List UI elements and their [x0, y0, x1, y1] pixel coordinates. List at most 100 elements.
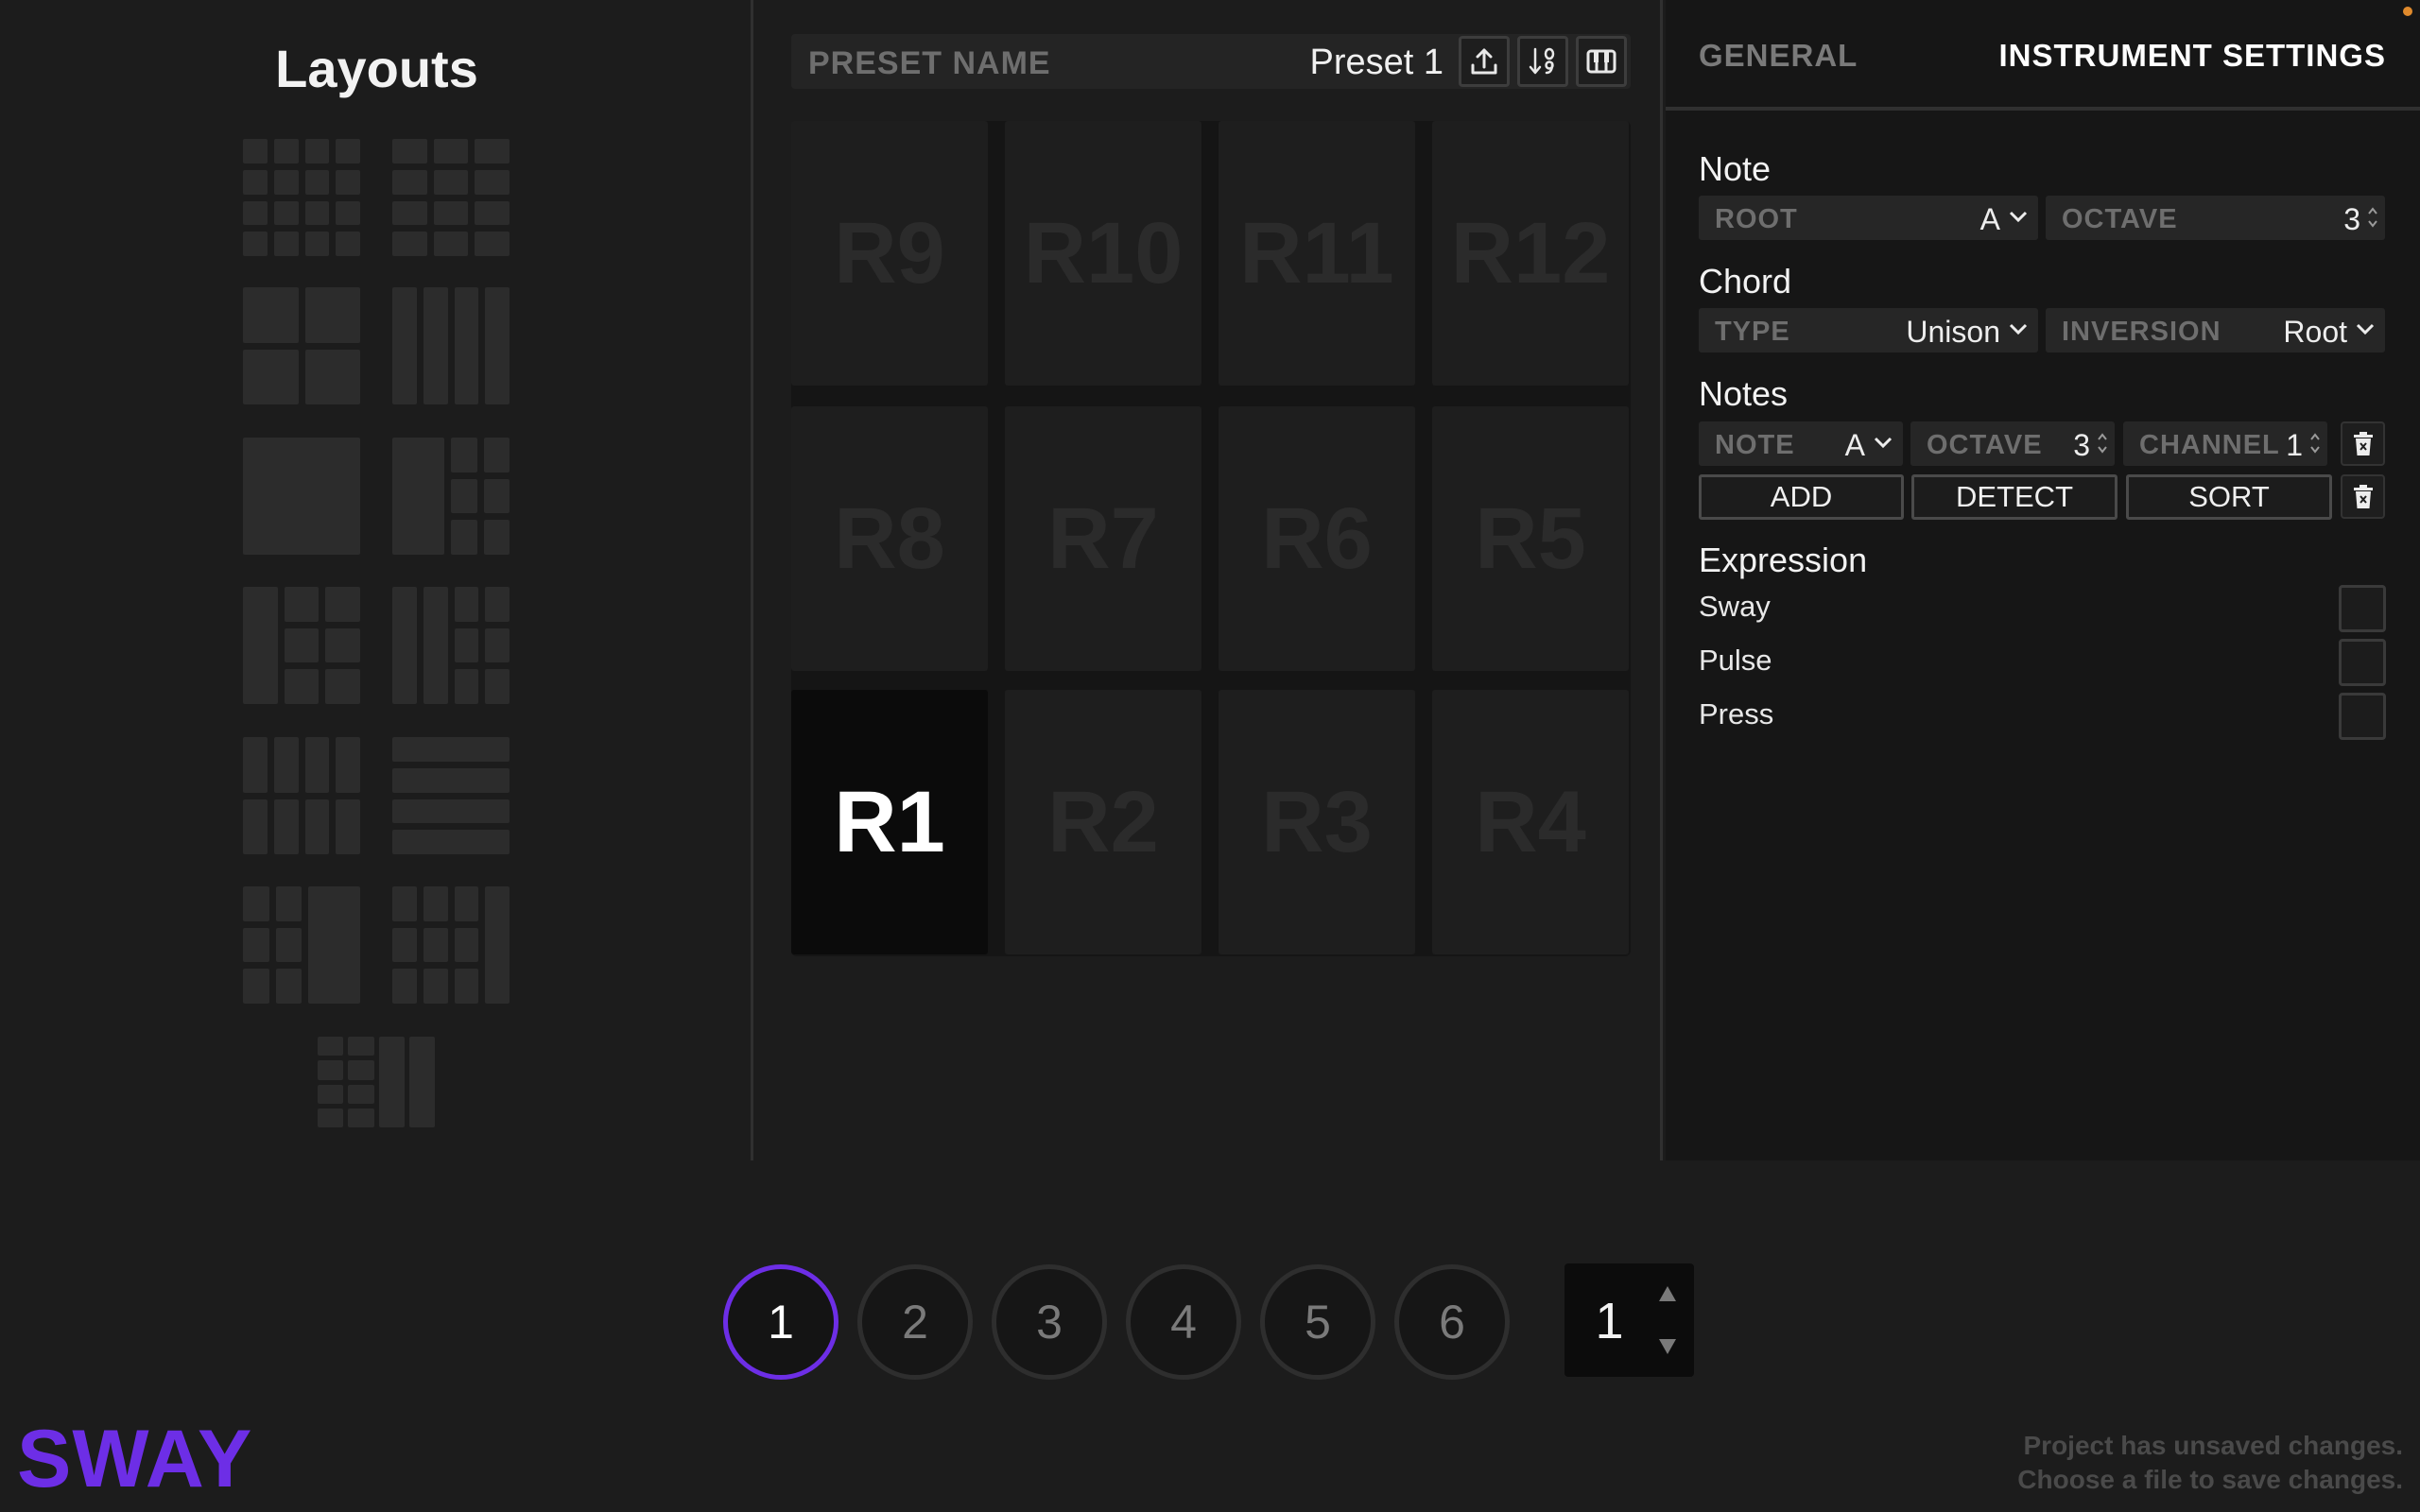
spinner-arrows-icon[interactable]: [2308, 429, 2322, 457]
preset-bar: PRESET NAME Preset 1: [791, 34, 1631, 89]
expression-label-sway: Sway: [1699, 590, 1771, 623]
trash-icon: [2353, 484, 2373, 508]
tab-general[interactable]: GENERAL: [1699, 38, 1858, 74]
note-octave-label: OCTAVE: [1927, 430, 2043, 460]
preset-name-label: PRESET NAME: [808, 45, 1051, 81]
pad-editor-panel: PRESET NAME Preset 1 R9 R10 R11 R12 R8 R…: [756, 0, 1663, 1160]
tab-instrument-settings[interactable]: INSTRUMENT SETTINGS: [1998, 38, 2386, 74]
octave-value: 3: [2343, 202, 2360, 236]
trash-icon: [2353, 431, 2373, 455]
layout-option-large-left-grid-right[interactable]: [392, 438, 510, 555]
layout-option-3x4[interactable]: [392, 139, 510, 256]
layout-option-mixed[interactable]: [318, 1037, 435, 1127]
increment-arrow-icon[interactable]: [1659, 1286, 1676, 1301]
inversion-value: Root: [2283, 315, 2347, 349]
channel-stepper[interactable]: CHANNEL 1: [2123, 421, 2327, 466]
spinner-arrows-icon[interactable]: [2366, 203, 2379, 232]
layout-option-single[interactable]: [243, 438, 360, 555]
decrement-arrow-icon[interactable]: [1659, 1339, 1676, 1354]
chevron-down-icon: [2009, 211, 2028, 223]
pad-r1[interactable]: R1: [791, 690, 988, 954]
pad-r3[interactable]: R3: [1219, 690, 1415, 954]
inversion-select[interactable]: INVERSION Root: [2046, 308, 2385, 352]
inversion-label: INVERSION: [2062, 317, 2221, 347]
sort-notes-button[interactable]: SORT: [2126, 474, 2332, 520]
layout-option-4-rows[interactable]: [392, 737, 510, 854]
layout-option-tall-left-3x3[interactable]: [243, 587, 360, 704]
pad-r4[interactable]: R4: [1432, 690, 1629, 954]
bank-button-3[interactable]: 3: [992, 1264, 1107, 1380]
bank-button-2[interactable]: 2: [857, 1264, 973, 1380]
unsaved-line-2: Choose a file to save changes.: [2017, 1465, 2403, 1494]
notes-section-title: Notes: [1699, 374, 1789, 413]
pad-r5[interactable]: R5: [1432, 406, 1629, 671]
octave-stepper[interactable]: OCTAVE 3: [2046, 196, 2385, 240]
delete-all-notes-button[interactable]: [2341, 474, 2385, 519]
channel-label: CHANNEL: [2139, 430, 2280, 460]
chevron-down-icon: [2356, 323, 2375, 335]
pad-r6[interactable]: R6: [1219, 406, 1415, 671]
layout-option-2x2[interactable]: [243, 287, 360, 404]
piano-keys-button[interactable]: [1576, 36, 1627, 87]
spinner-arrows-icon[interactable]: [2096, 429, 2109, 457]
layout-option-grid-left-tall-right[interactable]: [392, 886, 510, 1004]
global-channel-stepper[interactable]: 1: [1564, 1263, 1694, 1377]
channel-value: 1: [2286, 428, 2303, 462]
note-octave-stepper[interactable]: OCTAVE 3: [1910, 421, 2115, 466]
note-select[interactable]: NOTE A: [1699, 421, 1903, 466]
chord-type-select[interactable]: TYPE Unison: [1699, 308, 2038, 352]
unsaved-changes-notice: Project has unsaved changes. Choose a fi…: [2017, 1429, 2403, 1497]
pad-r9[interactable]: R9: [791, 121, 988, 386]
settings-tabs: GENERAL INSTRUMENT SETTINGS: [1666, 0, 2420, 111]
chevron-down-icon: [1874, 437, 1893, 449]
unsaved-line-1: Project has unsaved changes.: [2023, 1431, 2404, 1460]
layout-option-4-columns[interactable]: [392, 287, 510, 404]
note-label: NOTE: [1715, 430, 1795, 460]
pad-r2[interactable]: R2: [1005, 690, 1201, 954]
root-select[interactable]: ROOT A: [1699, 196, 2038, 240]
layout-option-4x4[interactable]: [243, 139, 360, 256]
root-value: A: [1979, 202, 2000, 236]
expression-checkbox-sway[interactable]: [2339, 585, 2386, 632]
settings-panel: GENERAL INSTRUMENT SETTINGS Note ROOT A …: [1666, 0, 2420, 1160]
sort-numeric-icon: [1529, 47, 1555, 75]
note-octave-value: 3: [2073, 428, 2090, 462]
expression-checkbox-press[interactable]: [2339, 693, 2386, 740]
expression-label-pulse: Pulse: [1699, 644, 1772, 677]
piano-keys-icon: [1586, 49, 1616, 74]
expression-checkbox-pulse[interactable]: [2339, 639, 2386, 686]
add-note-button[interactable]: ADD: [1699, 474, 1904, 520]
pad-r8[interactable]: R8: [791, 406, 988, 671]
pad-r7[interactable]: R7: [1005, 406, 1201, 671]
status-dot: [2403, 7, 2412, 16]
pad-r12[interactable]: R12: [1432, 121, 1629, 386]
note-section-title: Note: [1699, 149, 1772, 188]
layouts-panel: Layouts: [0, 0, 753, 1160]
layout-option-4x2[interactable]: [243, 737, 360, 854]
pad-grid: R9 R10 R11 R12 R8 R7 R6 R5 R1 R2 R3 R4: [791, 121, 1631, 956]
bank-button-5[interactable]: 5: [1260, 1264, 1375, 1380]
global-channel-value: 1: [1595, 1293, 1624, 1349]
type-value: Unison: [1906, 315, 2000, 349]
detect-notes-button[interactable]: DETECT: [1911, 474, 2118, 520]
expression-section-title: Expression: [1699, 541, 1868, 579]
type-label: TYPE: [1715, 317, 1790, 347]
octave-label: OCTAVE: [2062, 204, 2178, 234]
layout-option-grid-left-large-right[interactable]: [243, 886, 360, 1004]
bank-button-6[interactable]: 6: [1394, 1264, 1510, 1380]
pad-r11[interactable]: R11: [1219, 121, 1415, 386]
layout-option-two-tall-left-grid[interactable]: [392, 587, 510, 704]
upload-button[interactable]: [1459, 36, 1510, 87]
chord-section-title: Chord: [1699, 262, 1792, 301]
bank-button-4[interactable]: 4: [1126, 1264, 1241, 1380]
preset-name-input[interactable]: Preset 1: [1309, 43, 1443, 83]
sort-numeric-button[interactable]: [1517, 36, 1568, 87]
delete-note-button[interactable]: [2341, 421, 2385, 466]
layouts-title: Layouts: [275, 39, 478, 98]
pad-r10[interactable]: R10: [1005, 121, 1201, 386]
note-value: A: [1844, 428, 1865, 462]
chevron-down-icon: [2009, 323, 2028, 335]
upload-icon: [1471, 48, 1497, 75]
app-logo: SWAY: [17, 1414, 253, 1504]
bank-button-1[interactable]: 1: [723, 1264, 838, 1380]
